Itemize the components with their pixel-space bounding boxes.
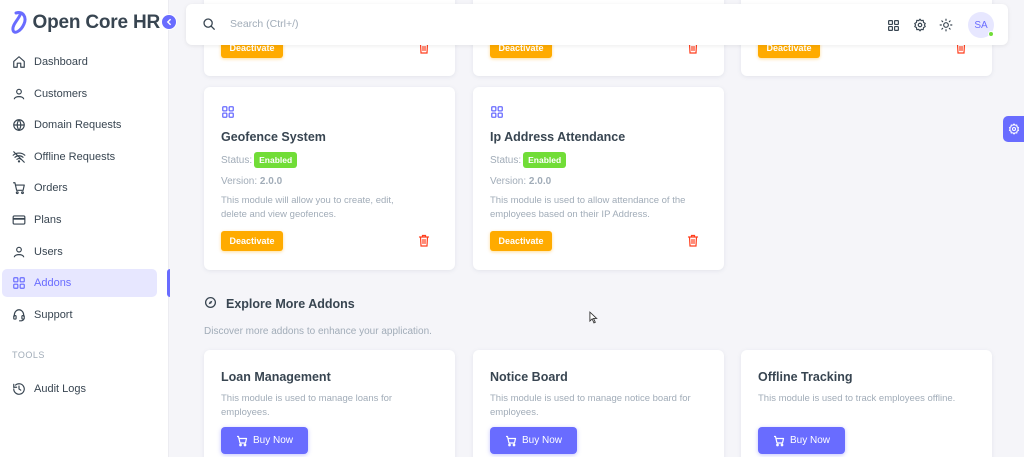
addon-card-geofence-system: Geofence System Status: Enabled Version:…: [204, 87, 455, 270]
sidebar-item-audit-logs[interactable]: Audit Logs: [2, 375, 157, 403]
addon-description: This module is used to allow attendance …: [490, 195, 686, 220]
sidebar-item-label: Support: [34, 308, 73, 321]
addon-description: This module is used to manage notice boa…: [490, 393, 691, 418]
addon-title: Offline Tracking: [758, 370, 853, 384]
status-label: Status:: [490, 154, 522, 166]
settings-gear-icon[interactable]: [912, 18, 927, 33]
mouse-pointer-icon: [589, 311, 598, 329]
credit-card-icon: [12, 213, 26, 227]
sidebar-item-label: Dashboard: [34, 56, 88, 68]
gear-icon: [1008, 123, 1019, 135]
sidebar-item-support[interactable]: Support: [2, 301, 157, 329]
explore-card-loan-management: Loan Management This module is used to m…: [204, 350, 455, 457]
brand[interactable]: Open Core HR: [10, 8, 160, 38]
online-status-dot: [988, 31, 994, 37]
deactivate-button[interactable]: Deactivate: [490, 231, 552, 251]
user-avatar[interactable]: SA: [968, 12, 994, 38]
sidebar-item-addons[interactable]: Addons: [2, 269, 170, 298]
cart-icon: [12, 181, 26, 195]
buy-now-label: Buy Now: [789, 435, 830, 446]
search-input[interactable]: [230, 14, 530, 34]
user-icon: [12, 245, 26, 259]
sidebar-item-label: Plans: [34, 213, 62, 226]
brand-name: Open Core HR: [32, 12, 160, 33]
sidebar-item-label: Addons: [34, 277, 72, 290]
trash-icon[interactable]: [418, 234, 430, 247]
headset-icon: [12, 308, 26, 322]
buy-now-label: Buy Now: [252, 435, 293, 446]
cart-icon: [773, 435, 785, 446]
explore-card-offline-tracking: Offline Tracking This module is used to …: [741, 350, 992, 457]
sidebar-menu: Dashboard Customers Domain Requests Offl…: [0, 48, 170, 332]
sidebar-item-plans[interactable]: Plans: [2, 206, 157, 234]
sidebar-item-label: Offline Requests: [34, 150, 116, 163]
sidebar-item-label: Customers: [34, 87, 88, 100]
sidebar-item-orders[interactable]: Orders: [2, 174, 157, 202]
theme-sun-icon[interactable]: [938, 18, 953, 33]
sidebar-item-dashboard[interactable]: Dashboard: [2, 48, 157, 76]
sidebar-item-customers[interactable]: Customers: [2, 80, 157, 108]
trash-icon[interactable]: [687, 234, 699, 247]
sidebar-item-offline-requests[interactable]: Offline Requests: [2, 143, 157, 171]
grid-icon: [12, 276, 26, 290]
buy-now-button[interactable]: Buy Now: [490, 427, 577, 454]
shortcuts-grid-icon[interactable]: [886, 18, 901, 33]
sidebar-item-domain-requests[interactable]: Domain Requests: [2, 111, 157, 139]
module-grid-icon: [221, 105, 235, 124]
sidebar-item-users[interactable]: Users: [2, 238, 157, 266]
addon-title: Ip Address Attendance: [490, 130, 626, 144]
sidebar-item-label: Orders: [34, 182, 68, 195]
module-grid-icon: [490, 105, 504, 124]
compass-icon: [204, 296, 217, 312]
status-badge: Enabled: [254, 152, 298, 168]
addon-status: Status: Enabled: [490, 152, 567, 168]
status-badge: Enabled: [523, 152, 567, 168]
chevron-left-icon: [166, 18, 171, 26]
cart-icon: [236, 435, 248, 446]
version-value: 2.0.0: [259, 176, 283, 187]
addon-description: This module will allow you to create, ed…: [221, 195, 394, 220]
buy-now-label: Buy Now: [521, 435, 562, 446]
active-indicator: [167, 269, 170, 298]
home-icon: [12, 55, 26, 69]
avatar-initials: SA: [974, 19, 988, 31]
deactivate-button[interactable]: Deactivate: [221, 231, 283, 251]
version-value: 2.0.0: [528, 176, 552, 187]
cart-icon: [505, 435, 517, 446]
addon-card-ip-address-attendance: Ip Address Attendance Status: Enabled Ve…: [473, 87, 724, 270]
sidebar-item-label: Domain Requests: [34, 119, 122, 132]
globe-icon: [12, 118, 26, 132]
addon-status: Status: Enabled: [221, 152, 298, 168]
search-icon[interactable]: [202, 17, 216, 36]
user-icon: [12, 87, 26, 101]
addon-description: This module is used to track employees o…: [758, 393, 956, 404]
sidebar-collapse-button[interactable]: [161, 14, 177, 30]
sidebar-tools-menu: Audit Logs: [0, 375, 169, 407]
sidebar: Open Core HR Dashboard Customers Domain …: [0, 0, 170, 457]
section-label-tools: TOOLS: [12, 350, 45, 360]
status-label: Status:: [221, 154, 253, 166]
history-icon: [12, 382, 26, 396]
brand-logo-icon: [10, 9, 29, 37]
explore-card-notice-board: Notice Board This module is used to mana…: [473, 350, 724, 457]
sidebar-item-label: Audit Logs: [34, 383, 86, 395]
topbar-actions: SA: [886, 12, 994, 38]
customizer-toggle-button[interactable]: [1003, 116, 1024, 142]
buy-now-button[interactable]: Buy Now: [758, 427, 845, 454]
explore-section-title: Explore More Addons: [204, 296, 355, 312]
explore-title-text: Explore More Addons: [226, 297, 355, 311]
sidebar-item-label: Users: [34, 245, 63, 258]
topbar: SA: [186, 4, 1008, 45]
version-label: Version:: [490, 176, 527, 187]
addon-title: Geofence System: [221, 130, 326, 144]
addon-title: Notice Board: [490, 370, 568, 384]
addon-title: Loan Management: [221, 370, 331, 384]
addon-version: Version: 2.0.0: [221, 176, 282, 187]
addon-version: Version: 2.0.0: [490, 176, 551, 187]
addon-description: This module is used to manage loans for …: [221, 393, 393, 418]
wifi-off-icon: [12, 150, 26, 164]
explore-section-subtitle: Discover more addons to enhance your app…: [204, 326, 432, 337]
version-label: Version:: [221, 176, 258, 187]
buy-now-button[interactable]: Buy Now: [221, 427, 308, 454]
